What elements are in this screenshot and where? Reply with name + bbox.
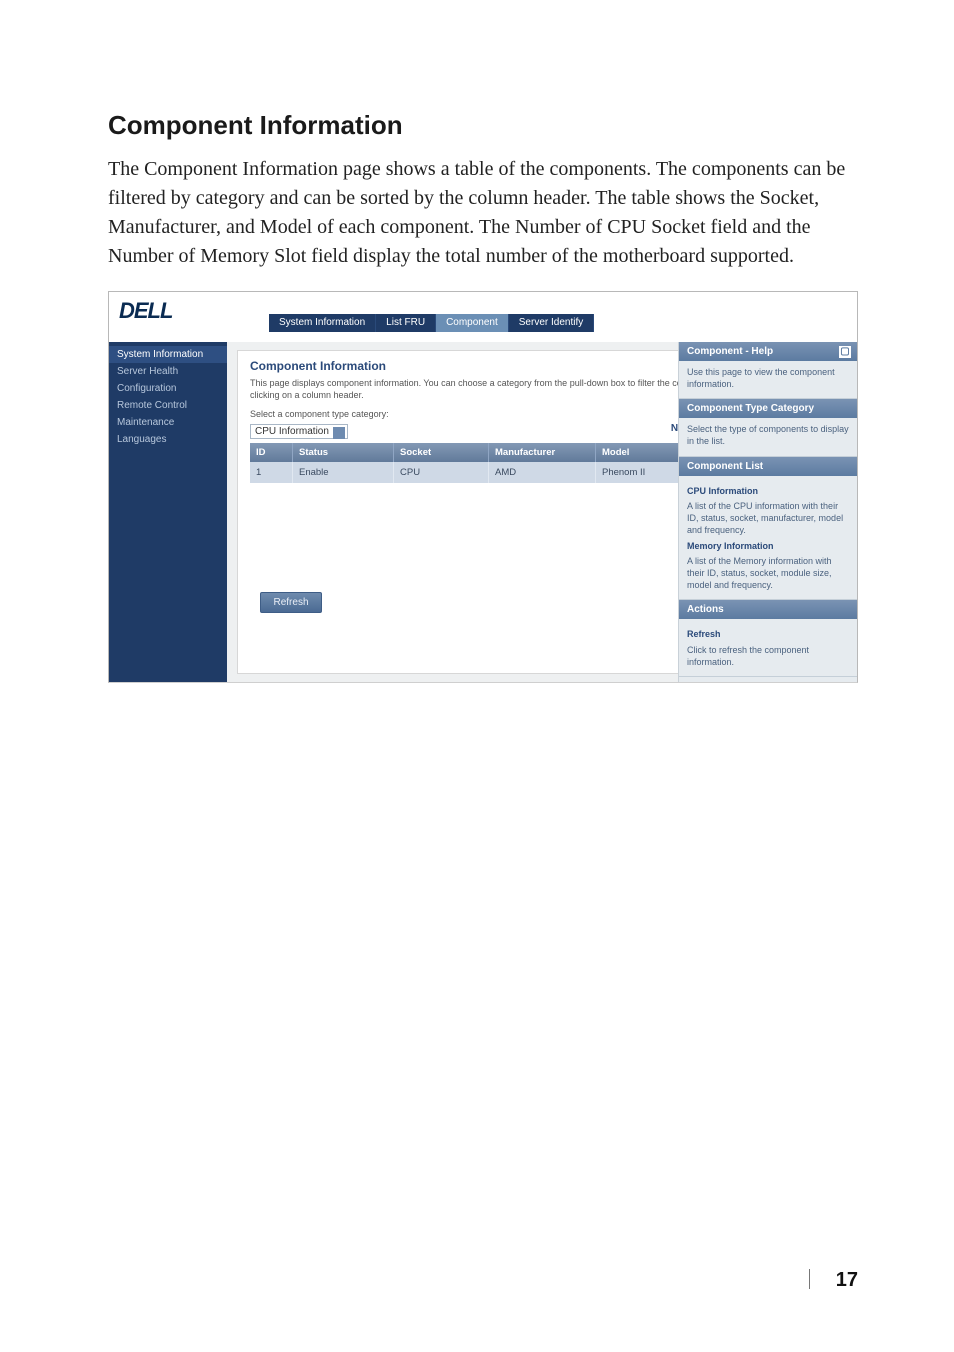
help-sub-memory: Memory Information bbox=[687, 541, 849, 553]
col-socket[interactable]: Socket bbox=[394, 443, 489, 462]
tab-component[interactable]: Component bbox=[436, 314, 509, 332]
tab-system-information[interactable]: System Information bbox=[269, 314, 376, 332]
help-heading-category: Component Type Category bbox=[679, 399, 857, 418]
cell-socket: CPU bbox=[394, 462, 489, 483]
top-tabs: System Information List FRU Component Se… bbox=[269, 314, 594, 332]
embedded-screenshot: DELL System Information List FRU Compone… bbox=[108, 291, 858, 683]
body-paragraph: The Component Information page shows a t… bbox=[108, 155, 858, 271]
help-body-category: Select the type of components to display… bbox=[679, 418, 857, 455]
sidebar-item-system-information[interactable]: System Information bbox=[109, 346, 227, 363]
sidebar-item-server-health[interactable]: Server Health bbox=[109, 363, 227, 380]
screenshot-header: DELL System Information List FRU Compone… bbox=[109, 292, 857, 343]
sidebar: System Information Server Health Configu… bbox=[109, 342, 227, 682]
page-number-separator bbox=[809, 1269, 810, 1289]
sidebar-item-maintenance[interactable]: Maintenance bbox=[109, 414, 227, 431]
help-text-cpu: A list of the CPU information with their… bbox=[687, 501, 849, 536]
chevron-down-icon bbox=[333, 427, 345, 439]
tab-list-fru[interactable]: List FRU bbox=[376, 314, 436, 332]
cell-status: Enable bbox=[293, 462, 394, 483]
help-heading-list: Component List bbox=[679, 457, 857, 476]
help-text-refresh: Click to refresh the component informati… bbox=[687, 645, 849, 668]
help-body-actions: Refresh Click to refresh the component i… bbox=[679, 619, 857, 676]
help-body-list: CPU Information A list of the CPU inform… bbox=[679, 476, 857, 600]
help-panel: Component - Help ▢ Use this page to view… bbox=[678, 342, 857, 682]
category-select[interactable]: CPU Information bbox=[250, 424, 348, 439]
help-text-memory: A list of the Memory information with th… bbox=[687, 556, 849, 591]
col-id[interactable]: ID bbox=[250, 443, 293, 462]
help-body-component: Use this page to view the component info… bbox=[679, 361, 857, 398]
sidebar-item-remote-control[interactable]: Remote Control bbox=[109, 397, 227, 414]
help-heading-component: Component - Help ▢ bbox=[679, 342, 857, 361]
cell-id: 1 bbox=[250, 462, 293, 483]
page-number-value: 17 bbox=[836, 1269, 858, 1291]
col-status[interactable]: Status bbox=[293, 443, 394, 462]
category-select-value: CPU Information bbox=[255, 426, 329, 437]
dell-logo: DELL bbox=[119, 298, 172, 324]
section-heading: Component Information bbox=[108, 110, 858, 141]
refresh-button[interactable]: Refresh bbox=[260, 592, 322, 613]
sidebar-item-configuration[interactable]: Configuration bbox=[109, 380, 227, 397]
help-heading-actions: Actions bbox=[679, 600, 857, 619]
cell-manufacturer: AMD bbox=[489, 462, 596, 483]
col-manufacturer[interactable]: Manufacturer bbox=[489, 443, 596, 462]
help-sub-cpu: CPU Information bbox=[687, 486, 849, 498]
tab-server-identify[interactable]: Server Identify bbox=[509, 314, 594, 332]
sidebar-item-languages[interactable]: Languages bbox=[109, 431, 227, 448]
close-icon[interactable]: ▢ bbox=[839, 346, 851, 358]
page-number: 17 bbox=[809, 1269, 858, 1292]
help-heading-text: Component - Help bbox=[687, 346, 773, 357]
help-sub-refresh: Refresh bbox=[687, 629, 849, 641]
